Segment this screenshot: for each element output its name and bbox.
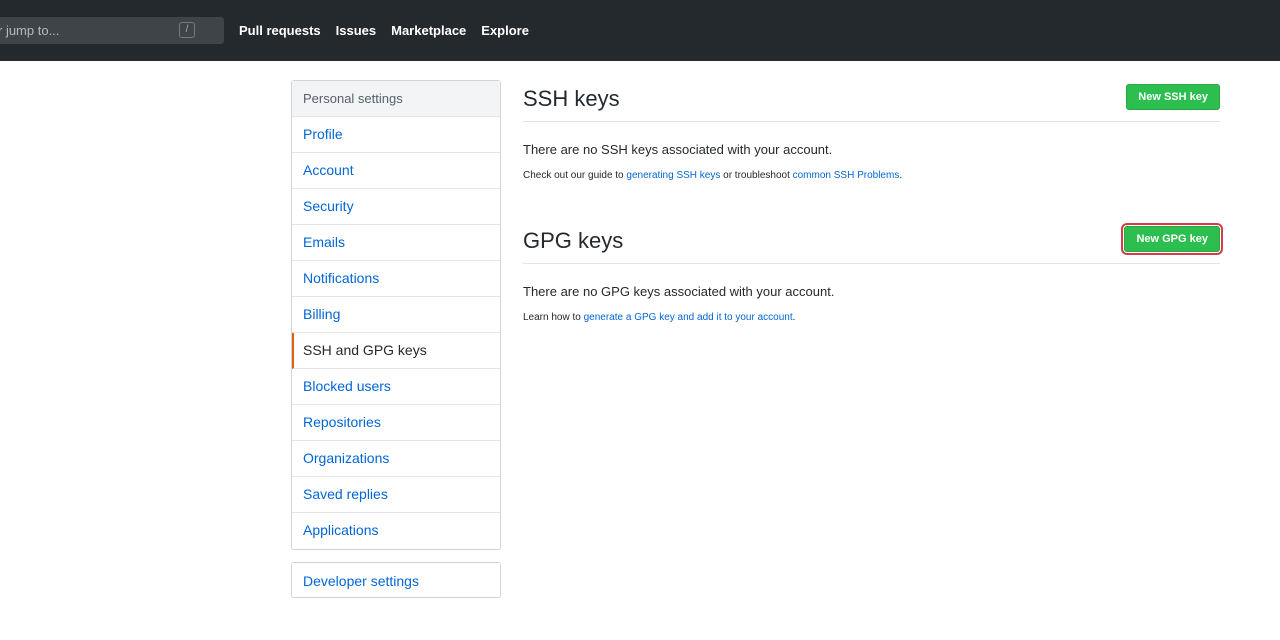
gpg-note-prefix: Learn how to bbox=[523, 312, 584, 323]
ssh-keys-section: SSH keys New SSH key There are no SSH ke… bbox=[523, 80, 1220, 181]
sidebar-item-organizations[interactable]: Organizations bbox=[292, 441, 500, 477]
ssh-note-prefix: Check out our guide to bbox=[523, 170, 627, 181]
sidebar-item-repositories[interactable]: Repositories bbox=[292, 405, 500, 441]
nav-explore[interactable]: Explore bbox=[481, 23, 529, 39]
sidebar-item-emails[interactable]: Emails bbox=[292, 225, 500, 261]
generate-gpg-key-link[interactable]: generate a GPG key and add it to your ac… bbox=[584, 312, 793, 323]
main-content: SSH keys New SSH key There are no SSH ke… bbox=[523, 80, 1223, 323]
gpg-note-suffix: . bbox=[792, 312, 796, 323]
nav-marketplace[interactable]: Marketplace bbox=[391, 23, 466, 39]
sidebar-item-applications[interactable]: Applications bbox=[292, 513, 500, 549]
ssh-keys-empty-message: There are no SSH keys associated with yo… bbox=[523, 142, 833, 157]
gpg-keys-title: GPG keys bbox=[523, 228, 624, 253]
search-input[interactable] bbox=[0, 17, 180, 44]
developer-settings-menu: Developer settings bbox=[291, 562, 501, 598]
search-box[interactable]: / bbox=[0, 17, 224, 44]
sidebar-item-profile[interactable]: Profile bbox=[292, 117, 500, 153]
ssh-note-middle: or troubleshoot bbox=[720, 170, 793, 181]
sidebar-item-billing[interactable]: Billing bbox=[292, 297, 500, 333]
gpg-keys-section: GPG keys New GPG key There are no GPG ke… bbox=[523, 222, 1223, 323]
sidebar-item-notifications[interactable]: Notifications bbox=[292, 261, 500, 297]
sidebar-item-security[interactable]: Security bbox=[292, 189, 500, 225]
sidebar-item-ssh-gpg-keys[interactable]: SSH and GPG keys bbox=[292, 333, 500, 369]
ssh-keys-help-note: Check out our guide to generating SSH ke… bbox=[523, 170, 1220, 181]
settings-sidebar: Personal settings Profile Account Securi… bbox=[291, 80, 501, 550]
ssh-keys-title: SSH keys bbox=[523, 86, 620, 111]
gpg-keys-help-note: Learn how to generate a GPG key and add … bbox=[523, 312, 1220, 323]
nav-issues[interactable]: Issues bbox=[336, 23, 376, 39]
generating-ssh-keys-link[interactable]: generating SSH keys bbox=[626, 170, 720, 181]
sidebar-item-saved-replies[interactable]: Saved replies bbox=[292, 477, 500, 513]
nav-pull-requests[interactable]: Pull requests bbox=[239, 23, 321, 39]
common-ssh-problems-link[interactable]: common SSH Problems bbox=[793, 170, 900, 181]
sidebar-item-account[interactable]: Account bbox=[292, 153, 500, 189]
ssh-keys-header: SSH keys New SSH key bbox=[523, 80, 1220, 122]
ssh-note-suffix: . bbox=[899, 170, 903, 181]
slash-shortcut-badge: / bbox=[179, 22, 195, 38]
sidebar-heading: Personal settings bbox=[292, 81, 500, 117]
new-gpg-key-button[interactable]: New GPG key bbox=[1121, 223, 1223, 255]
sidebar-item-developer-settings[interactable]: Developer settings bbox=[292, 563, 500, 597]
header-nav: Pull requests Issues Marketplace Explore bbox=[239, 23, 544, 39]
top-header: / Pull requests Issues Marketplace Explo… bbox=[0, 0, 1280, 61]
gpg-keys-empty-message: There are no GPG keys associated with yo… bbox=[523, 284, 835, 299]
new-ssh-key-button[interactable]: New SSH key bbox=[1126, 84, 1220, 110]
sidebar-item-blocked-users[interactable]: Blocked users bbox=[292, 369, 500, 405]
gpg-keys-header: GPG keys New GPG key bbox=[523, 222, 1223, 264]
